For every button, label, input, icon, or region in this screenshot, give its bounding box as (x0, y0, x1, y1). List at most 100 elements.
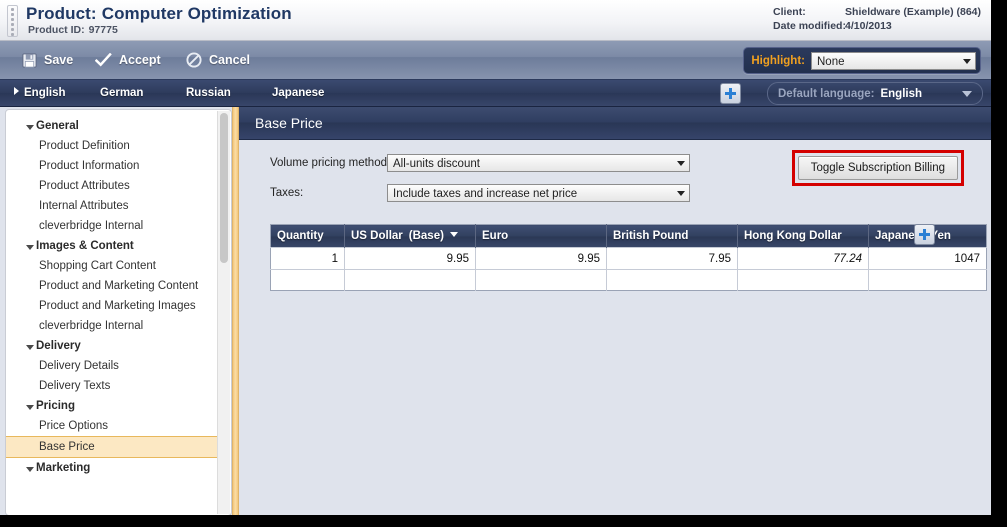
page-title-value: Computer Optimization (101, 4, 292, 23)
sidebar-item-shopping-cart-content[interactable]: Shopping Cart Content (6, 256, 217, 276)
sidebar-item-delivery-texts[interactable]: Delivery Texts (6, 376, 217, 396)
cancel-button[interactable]: Cancel (186, 41, 250, 79)
client-value: Shieldware (Example) (864) (845, 6, 981, 18)
sidebar-item-delivery-details[interactable]: Delivery Details (6, 356, 217, 376)
sidebar-group-pricing[interactable]: Pricing (6, 396, 217, 416)
highlight-select[interactable]: None (811, 51, 976, 70)
tab-german-label: German (100, 87, 144, 99)
panel-divider[interactable] (232, 107, 239, 515)
sidebar-group-general-label: General (36, 120, 79, 132)
product-id-label: Product ID: (28, 24, 85, 36)
sidebar-scrollbar-thumb[interactable] (220, 113, 228, 263)
sidebar-item-cleverbridge-internal-images[interactable]: cleverbridge Internal (6, 316, 217, 336)
column-us-dollar-base: (Base) (408, 230, 444, 242)
sidebar-item-cleverbridge-internal-general[interactable]: cleverbridge Internal (6, 216, 217, 236)
sidebar-item-price-options[interactable]: Price Options (6, 416, 217, 436)
column-us-dollar-label: US Dollar (351, 230, 403, 242)
price-table-wrap: Quantity US Dollar (Base) Euro British Po… (270, 224, 991, 291)
highlight-value: None (817, 55, 845, 68)
floppy-disk-icon (22, 52, 37, 68)
cell-japanese-yen-empty[interactable] (868, 269, 987, 291)
toggle-subscription-billing-button[interactable]: Toggle Subscription Billing (797, 156, 958, 180)
date-modified-value: 4/10/2013 (845, 20, 892, 32)
cell-euro-empty[interactable] (475, 269, 607, 291)
default-language-label: Default language: (777, 87, 875, 100)
sidebar-item-base-price[interactable]: Base Price (6, 436, 217, 458)
product-id-value: 97775 (88, 24, 118, 36)
sidebar-item-product-attributes[interactable]: Product Attributes (6, 176, 217, 196)
tab-english-label: English (24, 87, 66, 99)
tab-japanese[interactable]: Japanese (272, 80, 324, 106)
body-region: General Product Definition Product Infor… (0, 107, 991, 515)
sidebar-item-product-information[interactable]: Product Information (6, 156, 217, 176)
sidebar-group-general[interactable]: General (6, 116, 217, 136)
sidebar-group-pricing-label: Pricing (36, 400, 75, 412)
title-bar: Product: Computer Optimization Product ID… (0, 0, 991, 41)
toolbar: Save Accept Cancel Highlight: None (0, 41, 991, 80)
table-row[interactable]: 1 9.95 9.95 7.95 77.24 1047 (270, 247, 987, 270)
cell-quantity-empty[interactable] (270, 269, 345, 291)
cell-hong-kong-dollar[interactable]: 77.24 (737, 247, 869, 270)
column-british-pound[interactable]: British Pound (606, 224, 738, 248)
column-us-dollar[interactable]: US Dollar (Base) (344, 224, 476, 248)
tab-russian-label: Russian (186, 87, 231, 99)
date-modified-label: Date modified: (773, 20, 846, 32)
cell-quantity[interactable]: 1 (270, 247, 345, 270)
tab-english[interactable]: English (14, 80, 66, 106)
product-id: Product ID: 97775 (28, 24, 118, 36)
cell-japanese-yen[interactable]: 1047 (868, 247, 987, 270)
field-taxes: Taxes: Include taxes and increase net pr… (239, 184, 991, 208)
sidebar-group-delivery[interactable]: Delivery (6, 336, 217, 356)
volume-pricing-method-value: All-units discount (393, 158, 480, 170)
default-language-value: English (880, 87, 922, 100)
taxes-value: Include taxes and increase net price (393, 188, 578, 200)
table-row-empty[interactable] (270, 269, 987, 291)
highlight-label: Highlight: (751, 54, 805, 67)
taxes-select[interactable]: Include taxes and increase net price (387, 184, 690, 202)
drag-handle-icon[interactable] (7, 5, 18, 37)
sidebar-group-images-content-label: Images & Content (36, 240, 134, 252)
chevron-down-icon (962, 90, 972, 97)
sidebar-item-product-definition[interactable]: Product Definition (6, 136, 217, 156)
column-hong-kong-dollar[interactable]: Hong Kong Dollar (737, 224, 869, 248)
sort-descending-icon (449, 232, 458, 237)
cell-british-pound-empty[interactable] (606, 269, 738, 291)
application-window: Product: Computer Optimization Product ID… (0, 0, 991, 515)
panel-title: Base Price (239, 107, 991, 140)
chevron-down-icon (677, 161, 685, 166)
column-quantity[interactable]: Quantity (270, 224, 345, 248)
accept-label: Accept (119, 53, 161, 67)
sidebar-group-images-content[interactable]: Images & Content (6, 236, 217, 256)
tab-russian[interactable]: Russian (186, 80, 231, 106)
screen-bottom-letterbox (0, 515, 1007, 527)
add-price-row-button[interactable] (914, 224, 935, 245)
language-tab-bar: English German Russian Japanese Default … (0, 80, 991, 107)
save-button[interactable]: Save (22, 41, 73, 79)
sidebar-scrollbar[interactable] (217, 111, 230, 514)
screen-right-letterbox (991, 0, 1007, 527)
field-volume-pricing-method: Volume pricing method: All-units discoun… (239, 150, 991, 186)
cell-hong-kong-dollar-empty[interactable] (737, 269, 869, 291)
page-title: Product: Computer Optimization (26, 4, 292, 24)
cell-euro[interactable]: 9.95 (475, 247, 607, 270)
cell-us-dollar[interactable]: 9.95 (344, 247, 476, 270)
sidebar-group-marketing[interactable]: Marketing (6, 458, 217, 478)
cell-us-dollar-empty[interactable] (344, 269, 476, 291)
column-euro[interactable]: Euro (475, 224, 607, 248)
accept-button[interactable]: Accept (94, 41, 161, 79)
price-table: Quantity US Dollar (Base) Euro British Po… (270, 224, 987, 291)
volume-pricing-method-select[interactable]: All-units discount (387, 154, 690, 172)
sidebar: General Product Definition Product Infor… (5, 109, 232, 515)
sidebar-item-internal-attributes[interactable]: Internal Attributes (6, 196, 217, 216)
meta-row-client: Client: Shieldware (Example) (864) (773, 5, 981, 19)
sidebar-group-marketing-label: Marketing (36, 462, 91, 474)
taxes-label: Taxes: (270, 187, 304, 199)
sidebar-item-product-and-marketing-content[interactable]: Product and Marketing Content (6, 276, 217, 296)
default-language-control[interactable]: Default language: English (766, 82, 983, 105)
add-language-button[interactable] (720, 83, 741, 104)
highlight-control: Highlight: None (743, 47, 981, 74)
sidebar-item-product-and-marketing-images[interactable]: Product and Marketing Images (6, 296, 217, 316)
tab-german[interactable]: German (100, 80, 143, 106)
client-label: Client: (773, 6, 806, 18)
cell-british-pound[interactable]: 7.95 (606, 247, 738, 270)
